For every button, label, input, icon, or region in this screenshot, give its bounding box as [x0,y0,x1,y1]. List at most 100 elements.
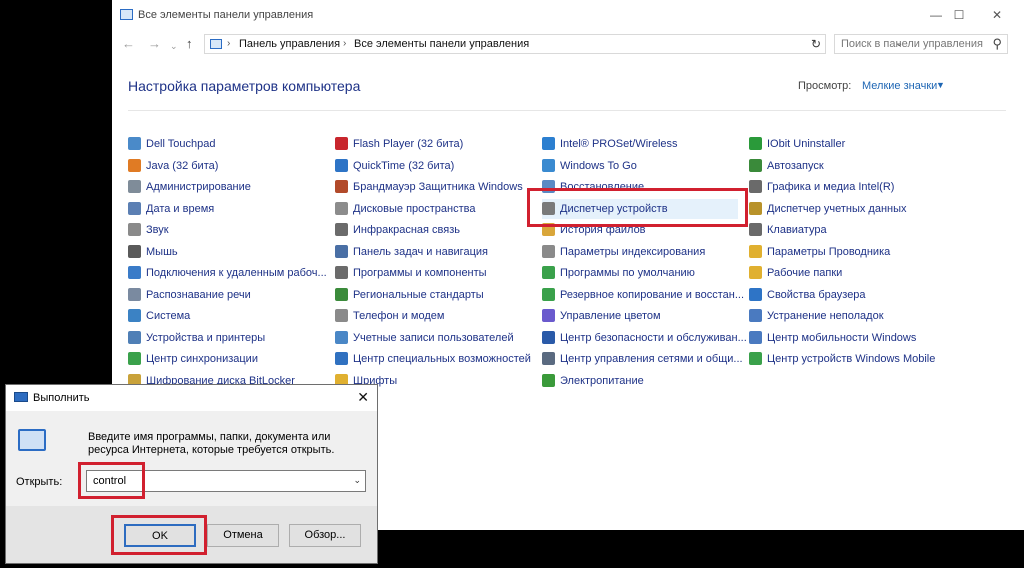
control-panel-item-icon [749,330,762,344]
control-panel-item[interactable]: Программы по умолчанию [542,263,738,283]
control-panel-item[interactable]: Дисковые пространства [335,199,531,219]
control-panel-item-label: Центр специальных возможностей [353,353,531,365]
control-panel-item[interactable]: IObit Uninstaller [749,134,945,154]
chevron-down-icon[interactable]: ⌄ [353,475,361,486]
control-panel-item[interactable]: Автозапуск [749,156,945,176]
control-panel-item[interactable]: Flash Player (32 бита) [335,134,531,154]
control-panel-item-label: Распознавание речи [146,288,251,301]
control-panel-item-label: Параметры Проводника [767,245,891,258]
control-panel-item[interactable]: Программы и компоненты [335,263,531,283]
control-panel-item-icon [542,244,555,258]
control-panel-item[interactable]: Клавиатура [749,220,945,240]
page-heading: Настройка параметров компьютера [128,78,361,94]
control-panel-item[interactable]: Телефон и модем [335,306,531,326]
control-panel-item-label: Dell Touchpad [146,138,216,150]
control-panel-item[interactable]: Свойства браузера [749,285,945,305]
control-panel-item-icon [542,352,555,365]
control-panel-item-label: Центр устройств Windows Mobile [767,353,936,365]
search-placeholder: Поиск в панели управления [841,38,983,50]
control-panel-item[interactable]: Устранение неполадок [749,306,945,326]
forward-arrow-icon[interactable]: → [148,36,161,52]
open-label: Открыть: [16,476,63,488]
control-panel-item[interactable]: Брандмауэр Защитника Windows [335,177,531,197]
control-panel-item[interactable]: Распознавание речи [128,285,324,305]
up-arrow-icon[interactable]: ↑ [186,36,193,52]
view-mode-dropdown[interactable]: Мелкие значки [862,80,937,92]
control-panel-item[interactable]: Звук [128,220,324,240]
control-panel-item[interactable]: Центр управления сетями и общи... [542,349,743,369]
control-panel-item[interactable]: Панель задач и навигация [335,242,531,262]
back-arrow-icon[interactable]: ← [122,36,135,52]
control-panel-item[interactable]: Региональные стандарты [335,285,531,305]
control-panel-item-icon [128,330,141,344]
control-panel-item-icon [335,180,348,193]
control-panel-item[interactable]: Дата и время [128,199,324,219]
control-panel-item[interactable]: Система [128,306,324,326]
control-panel-item-label: Графика и медиа Intel(R) [767,181,895,193]
control-panel-item-label: Свойства браузера [767,288,866,301]
refresh-icon[interactable]: ↻ [808,35,824,53]
control-panel-item[interactable]: Управление цветом [542,306,738,326]
control-panel-item-label: Параметры индексирования [560,245,706,258]
control-panel-item[interactable]: Java (32 бита) [128,156,324,176]
control-panel-icon [120,9,133,20]
control-panel-item[interactable]: Intel® PROSet/Wireless [542,134,738,154]
control-panel-item[interactable]: Центр устройств Windows Mobile [749,349,945,369]
maximize-button[interactable]: ☐ [941,4,977,26]
control-panel-item-icon [335,137,348,150]
control-panel-item[interactable]: Параметры индексирования [542,242,738,262]
control-panel-item[interactable]: Электропитание [542,371,738,391]
control-panel-item-label: Система [146,310,191,322]
search-icon[interactable]: ⚲ [992,36,1002,52]
control-panel-item[interactable]: Инфракрасная связь [335,220,531,240]
control-panel-item[interactable]: Dell Touchpad [128,134,324,154]
close-button[interactable]: ✕ [979,4,1015,26]
control-panel-item[interactable]: Подключения к удаленным рабоч... [128,263,327,283]
control-panel-item-label: Электропитание [560,374,644,387]
control-panel-item-label: Брандмауэр Защитника Windows [353,181,523,193]
control-panel-item-label: Региональные стандарты [353,288,484,301]
divider [128,110,1006,111]
search-input[interactable]: Поиск в панели управления ⚲ [834,34,1008,54]
run-icon [14,392,28,402]
control-panel-item[interactable]: Администрирование [128,177,324,197]
control-panel-item[interactable]: Учетные записи пользователей [335,328,531,348]
control-panel-item-icon [749,352,762,365]
control-panel-item-label: Рабочие папки [767,267,843,279]
address-bar[interactable]: › Панель управления › Все элементы панел… [204,34,903,54]
control-panel-item-icon [128,223,141,236]
control-panel-item[interactable]: Windows To Go [542,156,738,176]
cancel-button[interactable]: Отмена [207,524,279,547]
run-description: Введите имя программы, папки, документа … [88,431,335,456]
control-panel-item-label: Диспетчер учетных данных [767,202,907,215]
control-panel-item-icon [749,244,762,258]
control-panel-item-icon [128,137,141,150]
control-panel-item[interactable]: Центр безопасности и обслуживан... [542,328,747,348]
control-panel-item-label: Intel® PROSet/Wireless [560,138,678,150]
control-panel-item-icon [749,158,762,172]
control-panel-item[interactable]: Диспетчер учетных данных [749,199,945,219]
highlight-box-ok-button [111,515,207,555]
control-panel-item[interactable]: Центр специальных возможностей [335,349,531,369]
control-panel-item-label: Инфракрасная связь [353,224,460,236]
control-panel-item[interactable]: Центр синхронизации [128,349,324,369]
browse-button[interactable]: Обзор... [289,524,361,547]
run-close-button[interactable]: ✕ [357,389,369,406]
control-panel-item[interactable]: Резервное копирование и восстан... [542,285,744,305]
control-panel-item-icon [749,287,762,301]
breadcrumb-control-panel[interactable]: Панель управления [239,38,340,50]
control-panel-item[interactable]: Параметры Проводника [749,242,945,262]
breadcrumb-all-items[interactable]: Все элементы панели управления [354,38,529,50]
control-panel-item[interactable]: Рабочие папки [749,263,945,283]
highlight-box-device-manager [527,188,748,227]
control-panel-item-icon [335,158,348,172]
caret-down-icon[interactable]: ▼ [936,80,945,90]
recent-chevron-icon[interactable]: ⌄ [170,38,178,54]
control-panel-item[interactable]: Графика и медиа Intel(R) [749,177,945,197]
control-panel-item-label: IObit Uninstaller [767,138,846,150]
control-panel-item[interactable]: QuickTime (32 бита) [335,156,531,176]
control-panel-item-label: Центр безопасности и обслуживан... [560,331,747,344]
control-panel-item[interactable]: Устройства и принтеры [128,328,324,348]
control-panel-item[interactable]: Мышь [128,242,324,262]
control-panel-item[interactable]: Центр мобильности Windows [749,328,945,348]
